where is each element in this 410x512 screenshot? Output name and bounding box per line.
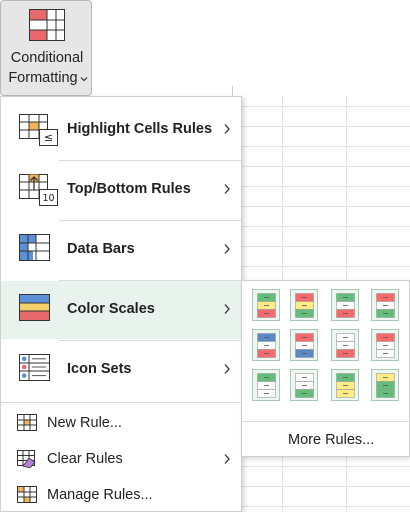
color-scale-option[interactable] [252, 329, 280, 361]
color-scale-option[interactable] [371, 329, 399, 361]
conditional-formatting-icon [29, 9, 65, 41]
color-scales-icon [19, 294, 50, 321]
chevron-right-icon [224, 364, 230, 374]
chevron-right-icon [224, 304, 230, 314]
clear-rules-icon [17, 450, 36, 468]
menu-item-label: Top/Bottom Rules [67, 181, 191, 197]
chevron-right-icon [224, 184, 230, 194]
menu-item-top-bottom-rules[interactable]: 10 Top/Bottom Rules [1, 161, 241, 219]
color-scale-option[interactable] [290, 289, 318, 321]
menu-item-label: Icon Sets [67, 361, 132, 377]
menu-item-label: Clear Rules [47, 451, 123, 467]
top-bottom-icon-text: 10 [42, 193, 54, 204]
icon-sets-icon [19, 354, 50, 381]
chevron-right-icon [224, 124, 230, 134]
color-scale-swatch-icon [336, 293, 355, 318]
menu-item-label: New Rule... [47, 415, 122, 431]
cf-label-line2-text: Formatting [8, 70, 78, 86]
color-scale-swatch-icon [376, 333, 395, 358]
menu-item-highlight-cells-rules[interactable]: ≤ Highlight Cells Rules [1, 101, 241, 159]
menu-separator [1, 402, 241, 403]
menu-item-icon-sets[interactable]: Icon Sets [1, 341, 241, 399]
menu-item-label: Manage Rules... [47, 487, 153, 503]
color-scale-option[interactable] [290, 329, 318, 361]
menu-item-label: Color Scales [67, 301, 155, 317]
color-scale-swatch-icon [257, 373, 276, 398]
color-scale-swatch-icon [336, 333, 355, 358]
conditional-formatting-button[interactable]: Conditional Formatting [0, 0, 92, 96]
color-scale-option[interactable] [331, 289, 359, 321]
chevron-right-icon [224, 244, 230, 254]
menu-item-label: Data Bars [67, 241, 135, 257]
menu-item-label: Highlight Cells Rules [67, 121, 213, 137]
color-scale-option[interactable] [371, 369, 399, 401]
manage-rules-icon [17, 486, 37, 503]
color-scale-option[interactable] [252, 289, 280, 321]
color-scale-option[interactable] [371, 289, 399, 321]
more-rules-link[interactable]: More Rules... [288, 432, 374, 448]
conditional-formatting-menu: ≤ Highlight Cells Rules 10 Top/Bottom Ru… [0, 96, 242, 512]
color-scale-swatch-icon [295, 293, 314, 318]
color-scale-swatch-icon [295, 333, 314, 358]
color-scale-swatch-icon [257, 293, 276, 318]
new-rule-icon [17, 414, 37, 431]
highlight-cells-icon: ≤ [19, 114, 58, 146]
color-scale-swatch-icon [257, 333, 276, 358]
menu-item-clear-rules[interactable]: Clear Rules [1, 443, 241, 475]
chevron-right-icon [224, 454, 230, 464]
data-bars-icon [19, 234, 50, 261]
svg-text:≤: ≤ [44, 131, 53, 144]
color-scale-option[interactable] [290, 369, 318, 401]
color-scale-swatch-icon [295, 373, 314, 398]
color-scale-option[interactable] [331, 369, 359, 401]
cf-label-line1: Conditional [10, 50, 84, 66]
color-scale-swatch-icon [376, 373, 395, 398]
menu-item-data-bars[interactable]: Data Bars [1, 221, 241, 279]
color-scale-option[interactable] [331, 329, 359, 361]
color-scale-swatch-icon [336, 373, 355, 398]
top-bottom-icon: 10 [19, 174, 58, 206]
color-scales-submenu: More Rules... [241, 280, 410, 457]
menu-item-manage-rules[interactable]: Manage Rules... [1, 479, 241, 511]
color-scale-option[interactable] [252, 369, 280, 401]
menu-item-color-scales[interactable]: Color Scales [1, 281, 241, 339]
color-scale-swatch-icon [376, 293, 395, 318]
chevron-down-icon [80, 77, 88, 82]
submenu-separator [242, 421, 409, 422]
menu-item-new-rule[interactable]: New Rule... [1, 407, 241, 439]
